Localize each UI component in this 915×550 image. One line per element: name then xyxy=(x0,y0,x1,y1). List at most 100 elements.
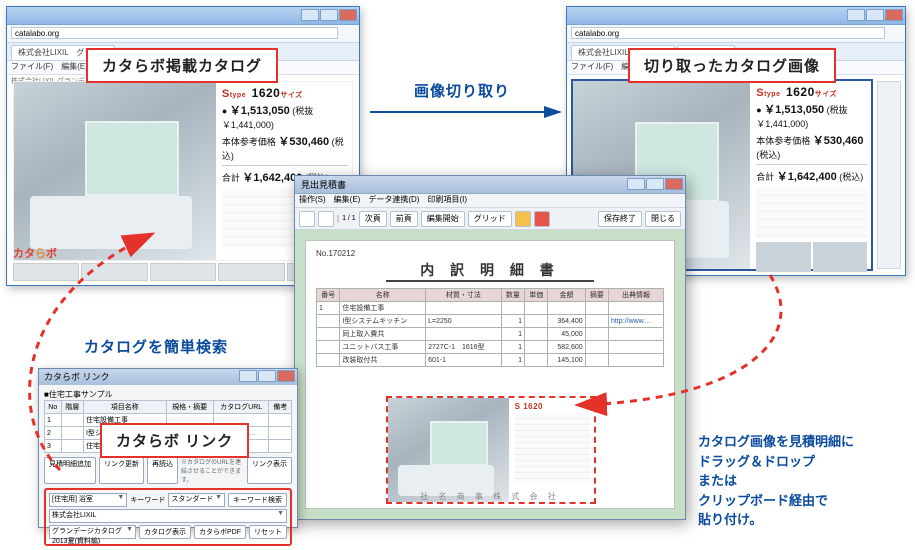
model-name: Stype 1620サイズ xyxy=(222,86,348,100)
tool-icon[interactable] xyxy=(299,211,315,227)
detail-table: 番号 名称 材質・寸法 数量 単価 金額 摘要 出典情報 1住宅設備工事I型シス… xyxy=(316,288,664,367)
color-tool-icon[interactable] xyxy=(534,211,550,227)
price-line-1: ● ￥1,513,050 (税抜 ￥1,441,000) xyxy=(756,101,867,130)
table-row[interactable]: ユニットバス工事2727C-1 1616型1582,600 xyxy=(317,341,664,354)
show-link-button[interactable]: リンク表示 xyxy=(247,457,292,484)
menu-file[interactable]: ファイル(F) xyxy=(11,61,53,74)
estimate-titlebar: 見出見積書 xyxy=(295,176,685,194)
window-controls xyxy=(239,370,295,382)
window-controls xyxy=(627,178,683,190)
minimize-button[interactable] xyxy=(239,370,257,382)
table-row[interactable]: 同上取入費共145,000 xyxy=(317,328,664,341)
next-page-button[interactable]: 次頁 xyxy=(359,211,387,227)
estimate-toolbar: | 1 / 1 次頁 前頁 編集開始 グリッド 保存終了 閉じる xyxy=(295,208,685,230)
bathroom-photo xyxy=(388,398,509,502)
close-button[interactable] xyxy=(339,9,357,21)
keyword-search-button[interactable]: キーワード検索 xyxy=(228,493,287,507)
col-unit: 単価 xyxy=(525,289,548,302)
add-detail-button[interactable]: 見積明細追加 xyxy=(44,457,96,484)
anno-catalog-source: カタらボ掲載カタログ xyxy=(86,48,278,83)
pasted-catalog-image[interactable]: S 1620 xyxy=(386,396,596,504)
tool-icon[interactable] xyxy=(318,211,334,227)
menu-op[interactable]: 操作(S) xyxy=(299,194,326,207)
table-row[interactable]: I型システムキッチンL=22501364,400http://www… xyxy=(317,315,664,328)
window-controls xyxy=(847,9,903,21)
sheet-number: No.170212 xyxy=(316,249,664,258)
price-line-2: 本体参考価格 ￥530,460 (税込) xyxy=(222,133,348,162)
edit-start-button[interactable]: 編集開始 xyxy=(421,211,465,227)
catalabo-pdf-button[interactable]: カタらボPDF xyxy=(194,525,246,539)
estimate-title-text: 見出見積書 xyxy=(301,180,346,190)
minimize-button[interactable] xyxy=(847,9,865,21)
sheet-title: 内 訳 明 細 書 xyxy=(386,260,595,282)
col-src: 出典情報 xyxy=(609,289,664,302)
menu-data[interactable]: データ連携(D) xyxy=(368,194,419,207)
flow-label-search: カタログを簡単検索 xyxy=(84,336,228,357)
model-name: S 1620 xyxy=(515,402,590,411)
minimize-button[interactable] xyxy=(627,178,645,190)
model-name: Stype 1620サイズ xyxy=(756,85,867,99)
maker-select[interactable]: 株式会社LIXIL xyxy=(49,509,287,523)
link-titlebar: カタらボ リンク xyxy=(39,369,297,385)
menu-print[interactable]: 印刷項目(I) xyxy=(427,194,467,207)
spec-lines xyxy=(756,188,867,238)
link-body: ■住宅工事サンプル No 階層 項目名称 規格・摘要 カタログURL 備考 1住… xyxy=(39,385,297,550)
close-button[interactable] xyxy=(885,9,903,21)
link-title-text: カタらボ リンク xyxy=(44,372,110,382)
url-input[interactable] xyxy=(571,27,885,39)
color-tool-icon[interactable] xyxy=(515,211,531,227)
minimize-button[interactable] xyxy=(301,9,319,21)
kw-label: キーワード xyxy=(130,495,165,505)
estimate-body: No.170212 内 訳 明 細 書 番号 名称 材質・寸法 数量 単価 金額… xyxy=(295,230,685,519)
close-button[interactable]: 閉じる xyxy=(645,211,681,227)
spec-column: S 1620 xyxy=(509,398,594,502)
keyword-select[interactable]: スタンダード xyxy=(168,493,225,507)
table-row[interactable]: 1住宅設備工事 xyxy=(317,302,664,315)
col-qty: 数量 xyxy=(501,289,524,302)
table-row[interactable]: 改装取付共601-11145,100 xyxy=(317,354,664,367)
maximize-button[interactable] xyxy=(646,178,664,190)
url-input[interactable] xyxy=(11,27,338,39)
price-line-1: ● ￥1,513,050 (税抜 ￥1,441,000) xyxy=(222,102,348,131)
side-instructions: カタログ画像を見積明細に ドラッグ＆ドロップ または クリップボード経由で 貼り… xyxy=(698,432,854,530)
window-controls xyxy=(301,9,357,21)
estimate-menubar: 操作(S) 編集(E) データ連携(D) 印刷項目(I) xyxy=(295,194,685,208)
col-amount: 金額 xyxy=(548,289,585,302)
prev-page-button[interactable]: 前頁 xyxy=(390,211,418,227)
anno-cropped-image: 切り取ったカタログ画像 xyxy=(628,48,836,83)
link-actions: 見積明細追加 リンク更新 再読込 ※カタログのURLを連結させることができます。… xyxy=(44,457,292,484)
price-total: 合計 ￥1,642,400 (税込) xyxy=(756,168,867,184)
bathroom-photo xyxy=(14,82,216,260)
maximize-button[interactable] xyxy=(866,9,884,21)
grid-button[interactable]: グリッド xyxy=(468,211,512,227)
save-end-button[interactable]: 保存終了 xyxy=(598,211,642,227)
col-name: 名称 xyxy=(340,289,426,302)
menu-edit[interactable]: 編集(E) xyxy=(61,61,88,74)
business-select[interactable]: [住宅用] 浴室 xyxy=(49,493,127,507)
sheet-footer: 社 名 商 事 株 式 会 社 xyxy=(306,491,674,502)
flow-label-crop: 画像切り取り xyxy=(414,80,510,101)
menu-edit[interactable]: 編集(E) xyxy=(334,194,361,207)
address-bar xyxy=(567,25,905,43)
col-note: 摘要 xyxy=(585,289,608,302)
close-button[interactable] xyxy=(277,370,295,382)
reset-button[interactable]: リセット xyxy=(249,525,287,539)
lcol-no: No xyxy=(45,401,62,414)
mini-thumbs xyxy=(756,242,867,272)
lcol-name: 項目名称 xyxy=(83,401,166,414)
titlebar xyxy=(7,7,359,25)
catalog-select[interactable]: グランデージカタログ2013夏(資料編) xyxy=(49,525,136,539)
close-button[interactable] xyxy=(665,178,683,190)
lcol-spec: 規格・摘要 xyxy=(166,401,213,414)
menu-file[interactable]: ファイル(F) xyxy=(571,61,613,74)
show-catalog-button[interactable]: カタログ表示 xyxy=(139,525,191,539)
maximize-button[interactable] xyxy=(258,370,276,382)
reload-button[interactable]: 再読込 xyxy=(147,457,178,484)
lcol-url: カタログURL xyxy=(213,401,269,414)
catalabo-logo: カタらボ xyxy=(13,245,57,261)
side-toolbar[interactable] xyxy=(877,81,901,269)
lcol-note: 備考 xyxy=(269,401,292,414)
update-link-button[interactable]: リンク更新 xyxy=(99,457,144,484)
lcol-lvl: 階層 xyxy=(61,401,83,414)
maximize-button[interactable] xyxy=(320,9,338,21)
